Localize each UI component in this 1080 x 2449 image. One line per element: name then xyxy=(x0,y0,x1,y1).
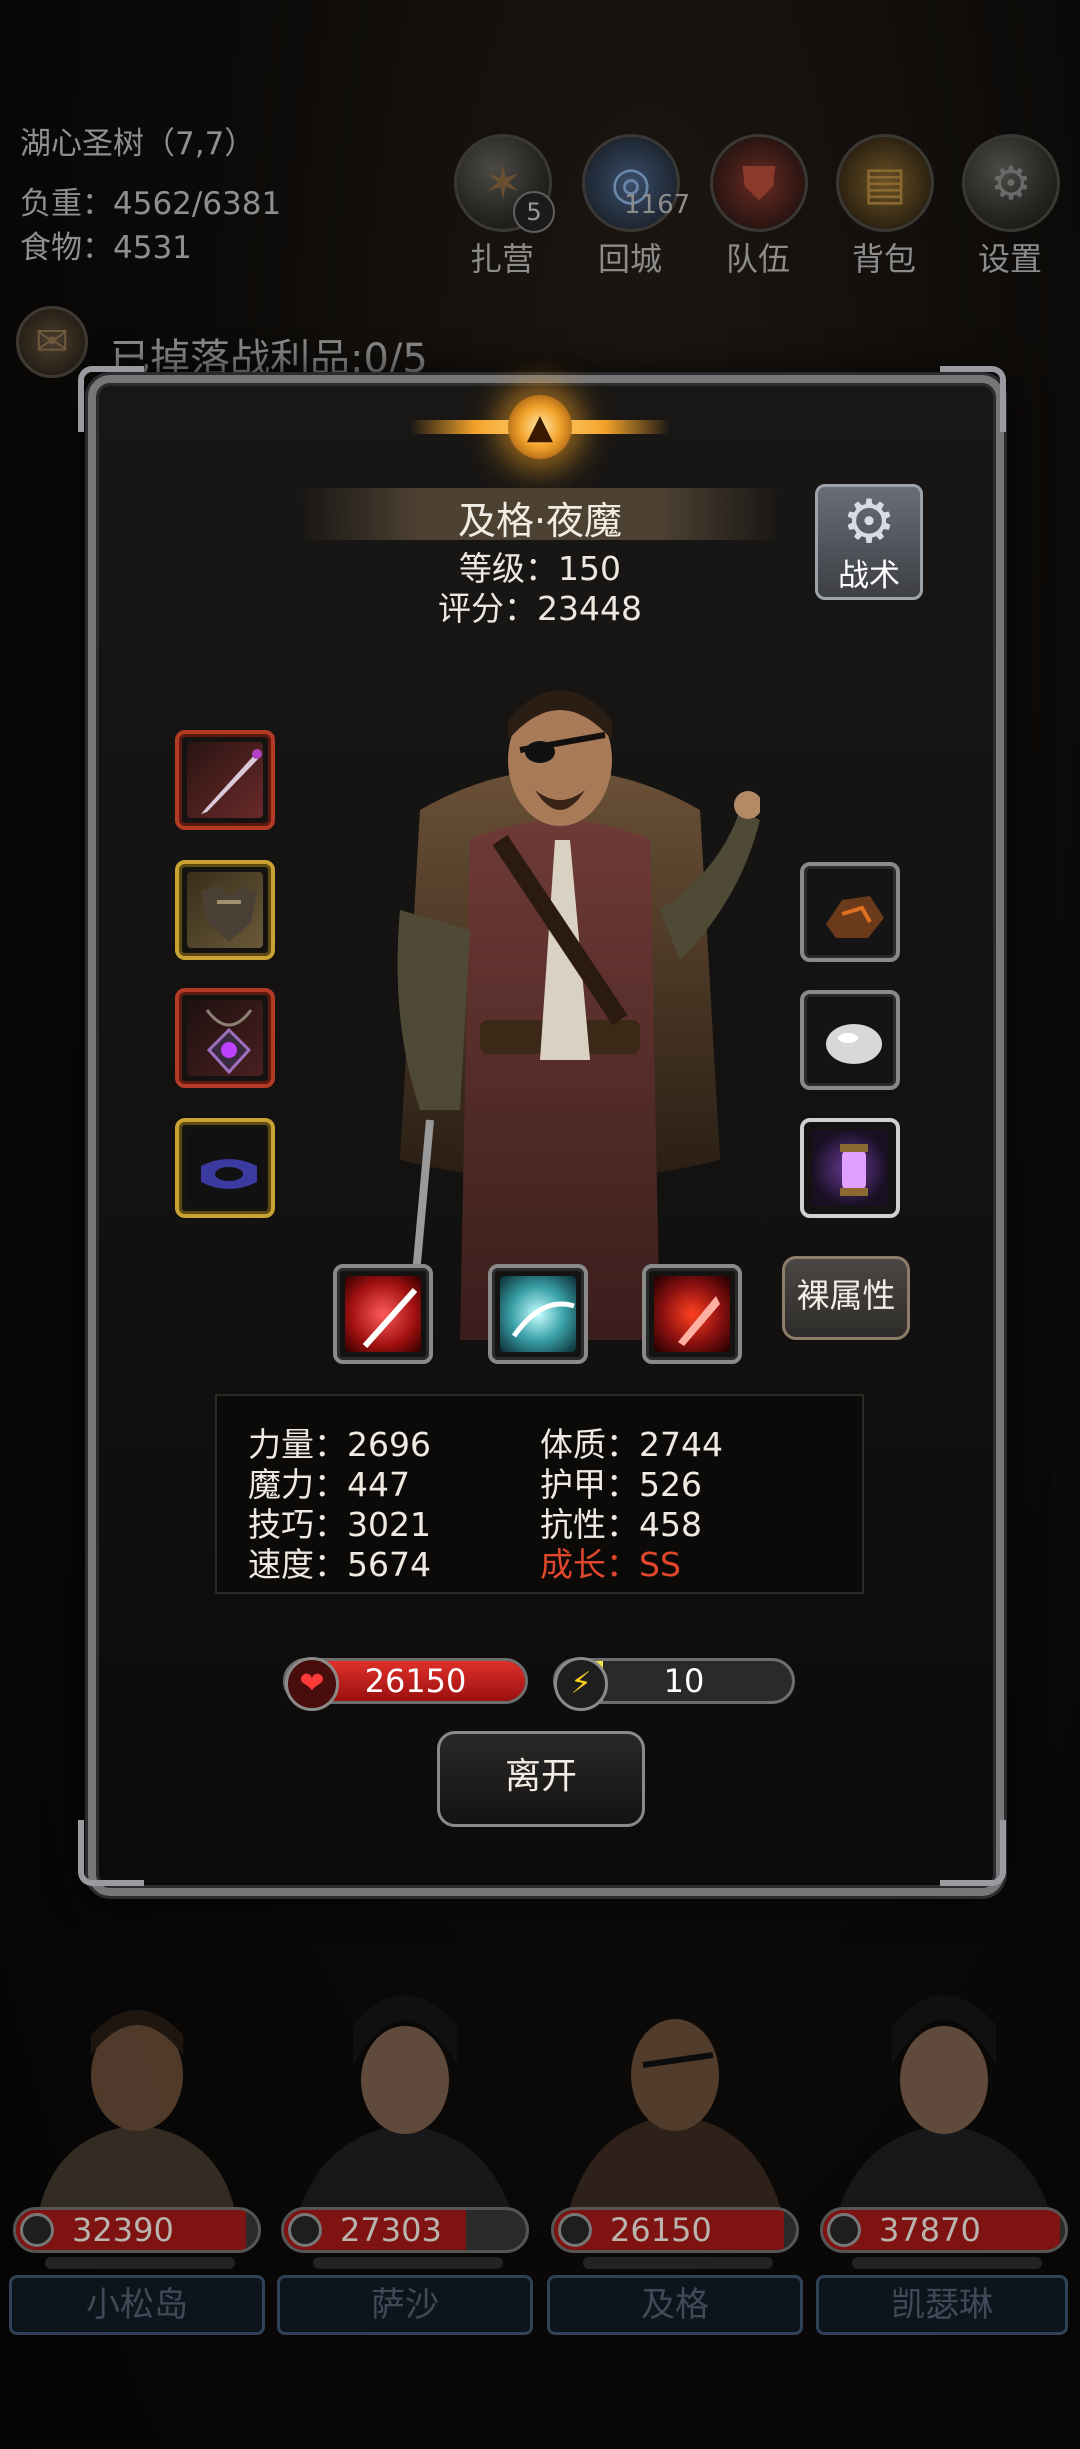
ring-icon xyxy=(187,1130,263,1206)
skill-slot-1[interactable] xyxy=(333,1264,433,1364)
party-hp-bar: 26150 xyxy=(551,2207,799,2253)
stat-speed: 速度：5674 xyxy=(248,1545,431,1584)
party-portrait xyxy=(832,1995,1056,2235)
party-portrait xyxy=(35,2010,239,2235)
naked-attributes-button[interactable]: 裸属性 xyxy=(782,1256,910,1340)
no-icon xyxy=(20,2213,54,2247)
gear-icon: ⚙ xyxy=(962,134,1060,232)
tactics-label: 战术 xyxy=(838,558,900,594)
panel-corner-ornament xyxy=(78,1820,144,1886)
no-icon xyxy=(558,2213,592,2247)
barrel-icon: ▤ xyxy=(836,134,934,232)
leave-button[interactable]: 离开 xyxy=(437,1731,645,1827)
bag-button[interactable]: ▤ 背包 xyxy=(836,134,934,280)
blood-strike-skill-icon xyxy=(654,1276,730,1352)
party-name-plate: 凯瑟琳 xyxy=(816,2275,1068,2335)
equip-slot-amulet[interactable] xyxy=(175,988,275,1088)
sword-icon xyxy=(187,742,263,818)
party-hp-value: 37870 xyxy=(879,2211,981,2249)
camp-fire-icon: ✶ 5 xyxy=(454,134,555,233)
camp-badge: 5 xyxy=(513,191,555,233)
equip-slot-material-3[interactable] xyxy=(800,1118,900,1218)
scroll-icon: ✉ xyxy=(16,306,88,378)
no-icon xyxy=(827,2213,861,2247)
bag-label: 背包 xyxy=(851,240,916,278)
skill-slot-2[interactable] xyxy=(488,1264,588,1364)
party-portrait xyxy=(293,1995,517,2235)
load-weight: 负重：4562/6381 xyxy=(20,186,282,222)
party-member-2[interactable]: 27303 萨沙 xyxy=(273,1985,537,2335)
party-hp-bar: 37870 xyxy=(820,2207,1068,2253)
equip-slot-weapon[interactable] xyxy=(175,730,275,830)
party-name: 小松岛 xyxy=(86,2285,188,2325)
party-mini-bar xyxy=(45,2257,235,2269)
team-button[interactable]: ⛊ 队伍 xyxy=(710,134,808,280)
equip-slot-material-2[interactable] xyxy=(800,990,900,1090)
slash-skill-icon xyxy=(345,1276,421,1352)
food-count: 食物：4531 xyxy=(20,230,192,266)
party-name: 及格 xyxy=(641,2285,709,2325)
wind-blade-skill-icon xyxy=(500,1276,576,1352)
party-name-plate: 萨沙 xyxy=(277,2275,533,2335)
party-member-4[interactable]: 37870 凯瑟琳 xyxy=(812,1985,1076,2335)
panel-corner-ornament xyxy=(940,366,1006,432)
gear-icon: ⚙ xyxy=(842,487,896,557)
heart-icon: ❤ xyxy=(285,1657,339,1711)
character-name: 及格·夜魔 xyxy=(457,499,623,543)
settings-label: 设置 xyxy=(977,240,1042,278)
equip-slot-material-1[interactable] xyxy=(800,862,900,962)
no-icon xyxy=(288,2213,322,2247)
panel-corner-ornament xyxy=(78,366,144,432)
camp-button[interactable]: ✶ 5 扎营 xyxy=(454,134,555,280)
amulet-icon xyxy=(187,1000,263,1076)
lightning-icon: ⚡ xyxy=(554,1657,608,1711)
tactics-button[interactable]: ⚙ 战术 xyxy=(815,484,923,600)
panel-corner-ornament xyxy=(940,1820,1006,1886)
party-member-1[interactable]: 32390 小松岛 xyxy=(5,1985,269,2335)
crest-emblem-icon: ▲ xyxy=(508,395,572,459)
character-score: 评分：23448 xyxy=(438,589,642,628)
party-portrait xyxy=(563,2019,787,2235)
party-hp-value: 32390 xyxy=(72,2211,174,2249)
settings-button[interactable]: ⚙ 设置 xyxy=(962,134,1060,280)
equip-slot-ring[interactable] xyxy=(175,1118,275,1218)
party-hp-bar: 27303 xyxy=(281,2207,529,2253)
equip-slot-armor[interactable] xyxy=(175,860,275,960)
party-name: 凯瑟琳 xyxy=(891,2285,993,2325)
party-name-plate: 及格 xyxy=(547,2275,803,2335)
stat-growth: 成长：SS xyxy=(540,1545,681,1584)
party-hp-bar: 32390 xyxy=(13,2207,261,2253)
team-label: 队伍 xyxy=(725,240,790,278)
party-mini-bar xyxy=(852,2257,1042,2269)
team-shield-icon: ⛊ xyxy=(710,134,808,232)
party-mini-bar xyxy=(583,2257,773,2269)
skill-slot-3[interactable] xyxy=(642,1264,742,1364)
camp-label: 扎营 xyxy=(469,240,534,278)
ore-icon xyxy=(812,874,888,950)
party-name-plate: 小松岛 xyxy=(9,2275,265,2335)
party-mini-bar xyxy=(313,2257,503,2269)
return-count: 1167 xyxy=(624,190,691,220)
party-name: 萨沙 xyxy=(371,2285,439,2325)
party-member-3[interactable]: 26150 及格 xyxy=(543,1985,807,2335)
return-city-label: 回城 xyxy=(597,240,662,278)
party-hp-value: 27303 xyxy=(340,2211,442,2249)
stone-icon xyxy=(812,1002,888,1078)
location-name: 湖心圣树（7,7） xyxy=(20,126,256,162)
lantern-icon xyxy=(812,1130,888,1206)
party-hp-value: 26150 xyxy=(610,2211,712,2249)
armor-icon xyxy=(187,872,263,948)
